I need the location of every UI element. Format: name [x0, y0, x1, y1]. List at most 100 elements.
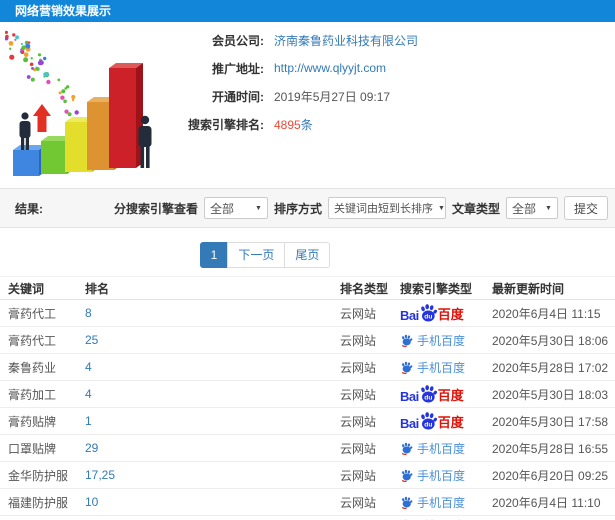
engine-view-select[interactable]: 全部 ▼ [203, 197, 268, 219]
col-rank-type: 排名类型 [340, 281, 389, 296]
baidu-paw-icon [401, 334, 413, 347]
article-type-label: 文章类型 [451, 201, 500, 216]
col-engine-type: 搜索引擎类型 [400, 281, 473, 296]
submit-button[interactable]: 提交 [563, 196, 608, 220]
company-info: 会员公司: 济南秦鲁药业科技有限公司 推广地址: http://www.qlyyjt.… [172, 32, 418, 144]
info-row: 推广地址: http://www.qlyyjt.com [172, 60, 418, 76]
keyword-cell: 膏药贴牌 [8, 414, 57, 429]
rank-link[interactable]: 25 [85, 333, 340, 347]
rank-type-cell: 云网站 [340, 495, 377, 510]
rank-link[interactable]: 4 [85, 360, 340, 374]
info-row: 会员公司: 济南秦鲁药业科技有限公司 [172, 32, 418, 48]
updated-cell: 2020年5月28日 16:55 [492, 441, 609, 456]
pagination: 1 下一页 尾页 [0, 242, 615, 268]
col-updated: 最新更新时间 [492, 281, 565, 296]
updated-cell: 2020年5月30日 18:03 [492, 387, 609, 402]
col-rank: 排名 [85, 281, 110, 296]
rank-link[interactable]: 17,25 [85, 468, 340, 482]
article-type-select[interactable]: 全部 ▼ [505, 197, 558, 219]
rank-link[interactable]: 10 [85, 495, 340, 509]
marketing-report-page: 网络营销效果展示 会员公司: 济南秦鲁药业科技有限公司 推广地址: http:/… [0, 0, 615, 520]
info-row: 开通时间: 2019年5月27日 09:17 [172, 88, 418, 104]
baidu-paw-icon: du [420, 412, 437, 430]
table-header-row: 关键词 排名 排名类型 搜索引擎类型 最新更新时间 [0, 276, 615, 300]
updated-cell: 2020年6月4日 11:15 [492, 306, 601, 321]
rank-type-cell: 云网站 [340, 441, 377, 456]
keyword-cell: 膏药加工 [8, 387, 57, 402]
sort-select[interactable]: 关键词由短到长排序 ▼ [327, 197, 446, 219]
baidu-mobile-badge: 手机百度 [400, 359, 465, 376]
table-row: 膏药代工 8 云网站 Bai du 百度 2020年6月4日 11:15 [0, 300, 615, 327]
updated-cell: 2020年6月20日 09:25 [492, 468, 609, 483]
engine-cell: Bai du 百度 [400, 332, 492, 349]
rank-link[interactable]: 4 [85, 387, 340, 401]
confetti-decoration [5, 30, 79, 117]
baidu-paw-icon: du [420, 385, 437, 403]
next-page-button[interactable]: 下一页 [227, 242, 286, 268]
table-row: 膏药代工 25 云网站 Bai du 百度 [0, 327, 615, 354]
keyword-cell: 口罩贴牌 [8, 441, 57, 456]
engine-view-label: 分搜索引擎查看 [113, 201, 198, 216]
last-page-button[interactable]: 尾页 [284, 242, 331, 268]
info-label: 搜索引擎排名: [188, 117, 264, 132]
baidu-paw-icon [401, 442, 413, 455]
rank-type-cell: 云网站 [340, 306, 377, 321]
engine-cell: Bai du 百度 [400, 411, 492, 431]
col-keyword: 关键词 [8, 281, 45, 296]
updated-cell: 2020年5月28日 17:02 [492, 360, 609, 375]
sort-label: 排序方式 [273, 201, 322, 216]
rank-type-cell: 云网站 [340, 414, 377, 429]
svg-text:du: du [424, 422, 432, 429]
engine-cell: Bai du 百度 [400, 467, 492, 484]
table-row: 金华防护服 17,25 云网站 Bai du 百度 [0, 462, 615, 489]
engine-cell: Bai du 百度 [400, 440, 492, 457]
info-label: 推广地址: [212, 61, 264, 76]
result-filter-bar: 结果: 分搜索引擎查看 全部 ▼ 排序方式 关键词由短到长排序 ▼ 文章类型 全… [0, 188, 615, 228]
info-value: 4895条 [274, 117, 313, 132]
rank-type-cell: 云网站 [340, 468, 377, 483]
table-row: 福建防护服 10 云网站 Bai du 百度 [0, 489, 615, 516]
info-value[interactable]: 济南秦鲁药业科技有限公司 [274, 32, 418, 49]
keyword-cell: 膏药代工 [8, 333, 57, 348]
svg-text:du: du [424, 314, 432, 321]
table-row: Bai du 百度 [0, 516, 615, 520]
baidu-paw-icon: du [420, 304, 437, 322]
engine-cell: Bai du 百度 [400, 359, 492, 376]
up-arrow-icon [33, 104, 51, 132]
baidu-mobile-badge: 手机百度 [400, 332, 465, 349]
table-row: 秦鲁药业 4 云网站 Bai du 百度 [0, 354, 615, 381]
rank-type-cell: 云网站 [340, 387, 377, 402]
baidu-pc-logo: Bai du 百度 [400, 411, 464, 431]
rank-link[interactable]: 1 [85, 414, 340, 428]
updated-cell: 2020年5月30日 17:58 [492, 414, 609, 429]
info-label: 会员公司: [212, 33, 264, 48]
chevron-down-icon: ▼ [255, 204, 262, 212]
keyword-cell: 福建防护服 [8, 495, 69, 510]
chevron-down-icon: ▼ [437, 204, 445, 212]
table-row: 膏药加工 4 云网站 Bai du 百度 2020年5月30日 18:03 [0, 381, 615, 408]
rank-link[interactable]: 8 [85, 306, 340, 320]
ranking-table: 关键词 排名 排名类型 搜索引擎类型 最新更新时间 膏药代工 8 云网站 Bai [0, 276, 615, 520]
keyword-cell: 秦鲁药业 [8, 360, 57, 375]
updated-cell: 2020年6月4日 11:10 [492, 495, 601, 510]
result-label: 结果: [15, 201, 43, 216]
chevron-down-icon: ▼ [545, 204, 552, 212]
keyword-cell: 金华防护服 [8, 468, 69, 483]
keyword-cell: 膏药代工 [8, 306, 57, 321]
engine-cell: Bai du 百度 [400, 384, 492, 404]
summary-section: 会员公司: 济南秦鲁药业科技有限公司 推广地址: http://www.qlyyjt.… [0, 22, 615, 188]
info-value[interactable]: http://www.qlyyjt.com [274, 61, 386, 75]
baidu-mobile-badge: 手机百度 [400, 467, 465, 484]
growth-chart-illustration [5, 30, 152, 176]
table-body: 膏药代工 8 云网站 Bai du 百度 2020年6月4日 11:15 膏药代… [0, 300, 615, 520]
table-row: 口罩贴牌 29 云网站 Bai du 百度 [0, 435, 615, 462]
engine-cell: Bai du 百度 [400, 494, 492, 511]
svg-text:du: du [424, 395, 432, 402]
baidu-paw-icon [401, 469, 413, 482]
baidu-mobile-badge: 手机百度 [400, 494, 465, 511]
baidu-pc-logo: Bai du 百度 [400, 303, 464, 323]
page-1-button[interactable]: 1 [199, 242, 229, 268]
rank-link[interactable]: 29 [85, 441, 340, 455]
businessman-figure [19, 112, 31, 150]
baidu-pc-logo: Bai du 百度 [400, 384, 464, 404]
